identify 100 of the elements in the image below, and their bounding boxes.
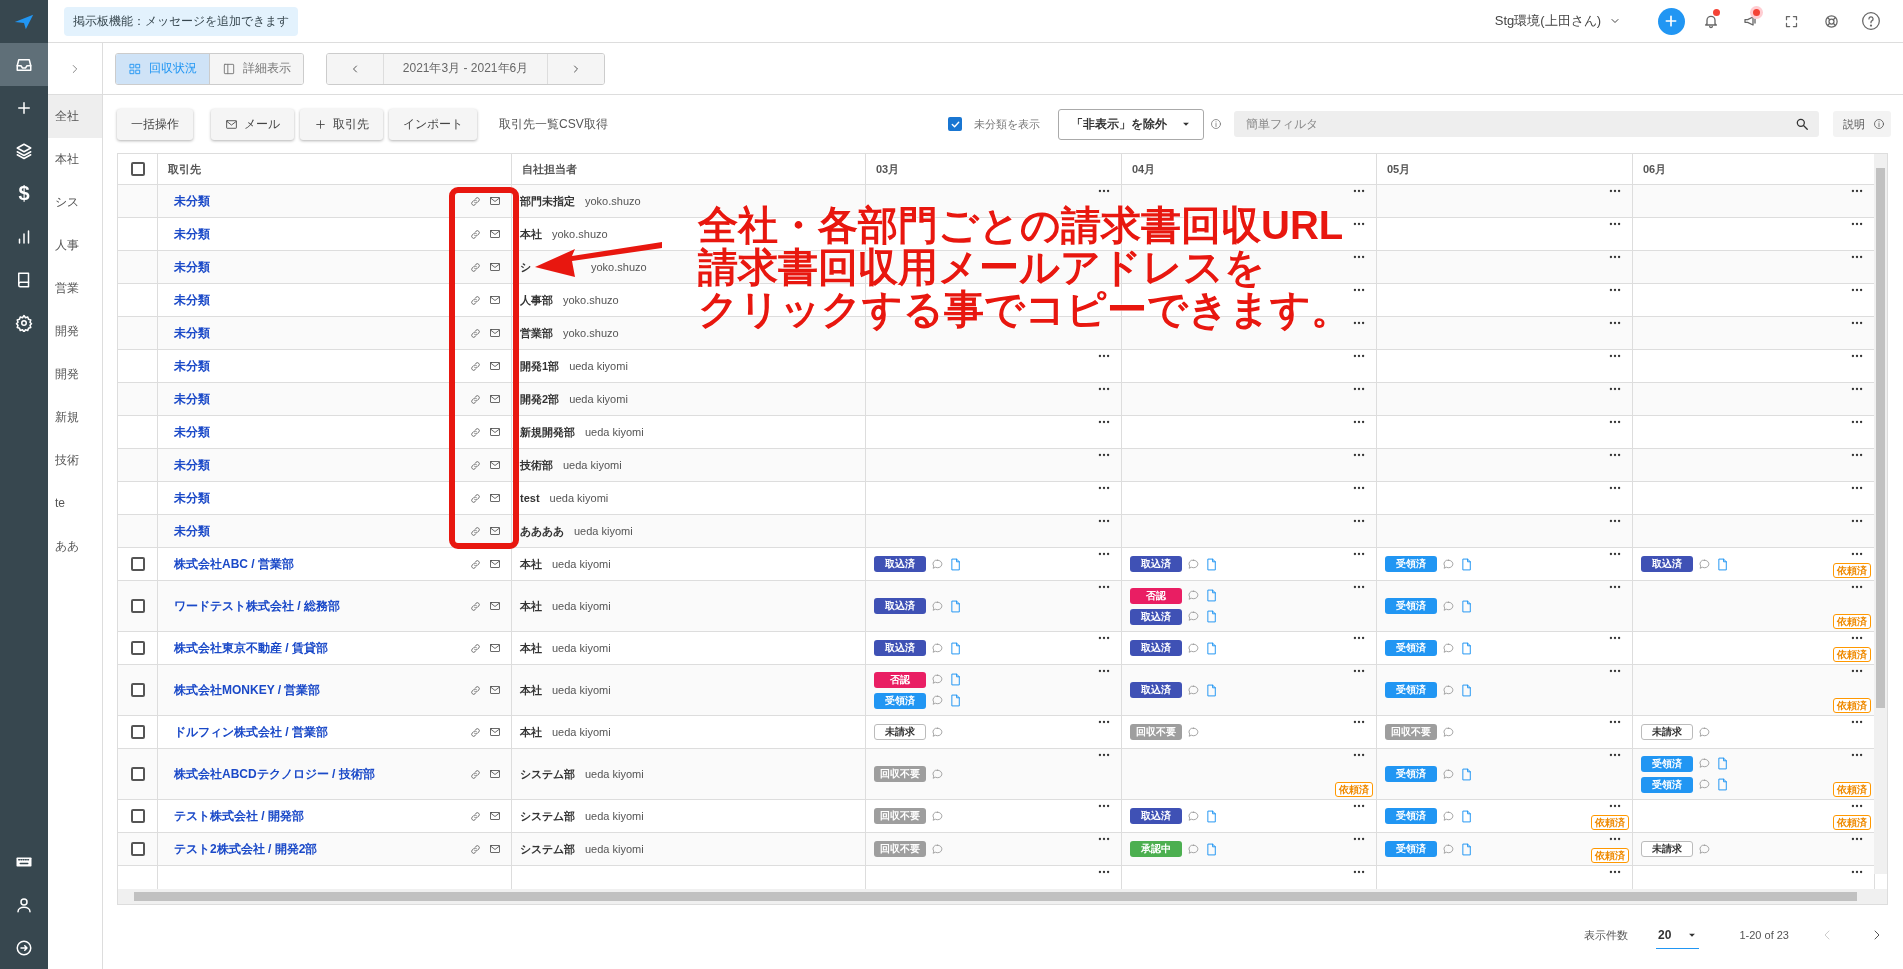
status-badge[interactable]: 取込済: [1130, 682, 1182, 698]
scrollbar-thumb[interactable]: [134, 892, 1857, 901]
mail-icon[interactable]: [489, 228, 501, 240]
status-badge[interactable]: 未請求: [874, 724, 926, 740]
status-badge[interactable]: 取込済: [1130, 808, 1182, 824]
mail-icon[interactable]: [489, 843, 501, 855]
more-icon[interactable]: [1352, 286, 1366, 294]
link-icon[interactable]: [470, 426, 481, 438]
more-icon[interactable]: [1850, 718, 1864, 726]
more-icon[interactable]: [1850, 751, 1864, 759]
mail-icon[interactable]: [489, 492, 501, 504]
client-link[interactable]: 未分類: [174, 390, 210, 408]
visibility-dropdown[interactable]: 「非表示」を除外: [1058, 108, 1204, 140]
more-icon[interactable]: [1097, 583, 1111, 591]
action-button[interactable]: インポート: [389, 108, 477, 140]
client-link[interactable]: テスト株式会社 / 開発部: [174, 807, 304, 825]
filter-field[interactable]: 簡単フィルタ: [1234, 111, 1819, 137]
status-badge[interactable]: 取込済: [874, 598, 926, 614]
more-icon[interactable]: [1850, 319, 1864, 327]
department-tab[interactable]: 本社: [48, 138, 102, 181]
more-icon[interactable]: [1097, 634, 1111, 642]
client-link[interactable]: 未分類: [174, 423, 210, 441]
mail-icon[interactable]: [489, 558, 501, 570]
client-link[interactable]: ワードテスト株式会社 / 総務部: [174, 597, 340, 615]
more-icon[interactable]: [1850, 802, 1864, 810]
more-icon[interactable]: [1608, 583, 1622, 591]
more-icon[interactable]: [1850, 418, 1864, 426]
checkbox[interactable]: [130, 809, 145, 823]
csv-download-link[interactable]: 取引先一覧CSV取得: [499, 115, 608, 133]
link-icon[interactable]: [470, 393, 481, 405]
more-icon[interactable]: [1352, 418, 1366, 426]
status-badge[interactable]: 取込済: [1130, 556, 1182, 572]
more-icon[interactable]: [1097, 187, 1111, 195]
more-icon[interactable]: [1608, 667, 1622, 675]
more-icon[interactable]: [1097, 868, 1111, 876]
client-link[interactable]: 未分類: [174, 522, 210, 540]
more-icon[interactable]: [1608, 286, 1622, 294]
more-icon[interactable]: [1608, 835, 1622, 843]
more-icon[interactable]: [1850, 451, 1864, 459]
status-badge[interactable]: 取込済: [1641, 556, 1693, 572]
more-icon[interactable]: [1352, 517, 1366, 525]
link-icon[interactable]: [470, 459, 481, 471]
department-tab[interactable]: 営業: [48, 267, 102, 310]
more-icon[interactable]: [1352, 550, 1366, 558]
link-icon[interactable]: [470, 195, 481, 207]
checkbox[interactable]: [130, 162, 145, 176]
bell-icon[interactable]: [1703, 13, 1719, 29]
mail-icon[interactable]: [489, 261, 501, 273]
more-icon[interactable]: [1352, 835, 1366, 843]
status-badge[interactable]: 取込済: [1130, 640, 1182, 656]
department-tab[interactable]: 新規: [48, 396, 102, 439]
checkbox[interactable]: [130, 599, 145, 613]
mail-icon[interactable]: [489, 810, 501, 822]
more-icon[interactable]: [1352, 319, 1366, 327]
more-icon[interactable]: [1850, 352, 1864, 360]
status-badge[interactable]: 未請求: [1641, 841, 1693, 857]
mail-icon[interactable]: [489, 525, 501, 537]
status-badge[interactable]: 否認: [874, 671, 926, 688]
more-icon[interactable]: [1097, 517, 1111, 525]
more-icon[interactable]: [1608, 451, 1622, 459]
mail-icon[interactable]: [489, 426, 501, 438]
more-icon[interactable]: [1850, 484, 1864, 492]
link-icon[interactable]: [470, 294, 481, 306]
client-link[interactable]: 未分類: [174, 192, 210, 210]
more-icon[interactable]: [1608, 718, 1622, 726]
department-tab[interactable]: te: [48, 482, 102, 525]
status-badge[interactable]: 否認: [1130, 587, 1182, 604]
lifebuoy-icon[interactable]: [1823, 13, 1839, 29]
more-icon[interactable]: [1608, 187, 1622, 195]
more-icon[interactable]: [1352, 385, 1366, 393]
more-icon[interactable]: [1850, 634, 1864, 642]
checkbox[interactable]: [130, 557, 145, 571]
link-icon[interactable]: [470, 327, 481, 339]
client-link[interactable]: テスト2株式会社 / 開発2部: [174, 840, 318, 858]
mail-icon[interactable]: [489, 294, 501, 306]
more-icon[interactable]: [1352, 253, 1366, 261]
mail-icon[interactable]: [489, 360, 501, 372]
mail-icon[interactable]: [489, 195, 501, 207]
department-tab[interactable]: シス: [48, 181, 102, 224]
more-icon[interactable]: [1608, 550, 1622, 558]
more-icon[interactable]: [1352, 718, 1366, 726]
link-icon[interactable]: [470, 525, 481, 537]
more-icon[interactable]: [1352, 484, 1366, 492]
mail-icon[interactable]: [489, 459, 501, 471]
link-icon[interactable]: [470, 726, 481, 738]
more-icon[interactable]: [1352, 583, 1366, 591]
department-tab[interactable]: 全社: [48, 95, 102, 138]
action-button[interactable]: 一括操作: [117, 108, 193, 140]
arrow-circle-icon[interactable]: [15, 938, 33, 957]
more-icon[interactable]: [1850, 253, 1864, 261]
fullscreen-icon[interactable]: [1783, 13, 1799, 29]
more-icon[interactable]: [1097, 484, 1111, 492]
status-badge[interactable]: 取込済: [874, 640, 926, 656]
link-icon[interactable]: [470, 492, 481, 504]
mail-icon[interactable]: [489, 726, 501, 738]
department-tab[interactable]: 開発: [48, 310, 102, 353]
department-tab[interactable]: 人事: [48, 224, 102, 267]
more-icon[interactable]: [1608, 484, 1622, 492]
scrollbar-thumb[interactable]: [1876, 168, 1885, 708]
status-badge[interactable]: 取込済: [874, 556, 926, 572]
